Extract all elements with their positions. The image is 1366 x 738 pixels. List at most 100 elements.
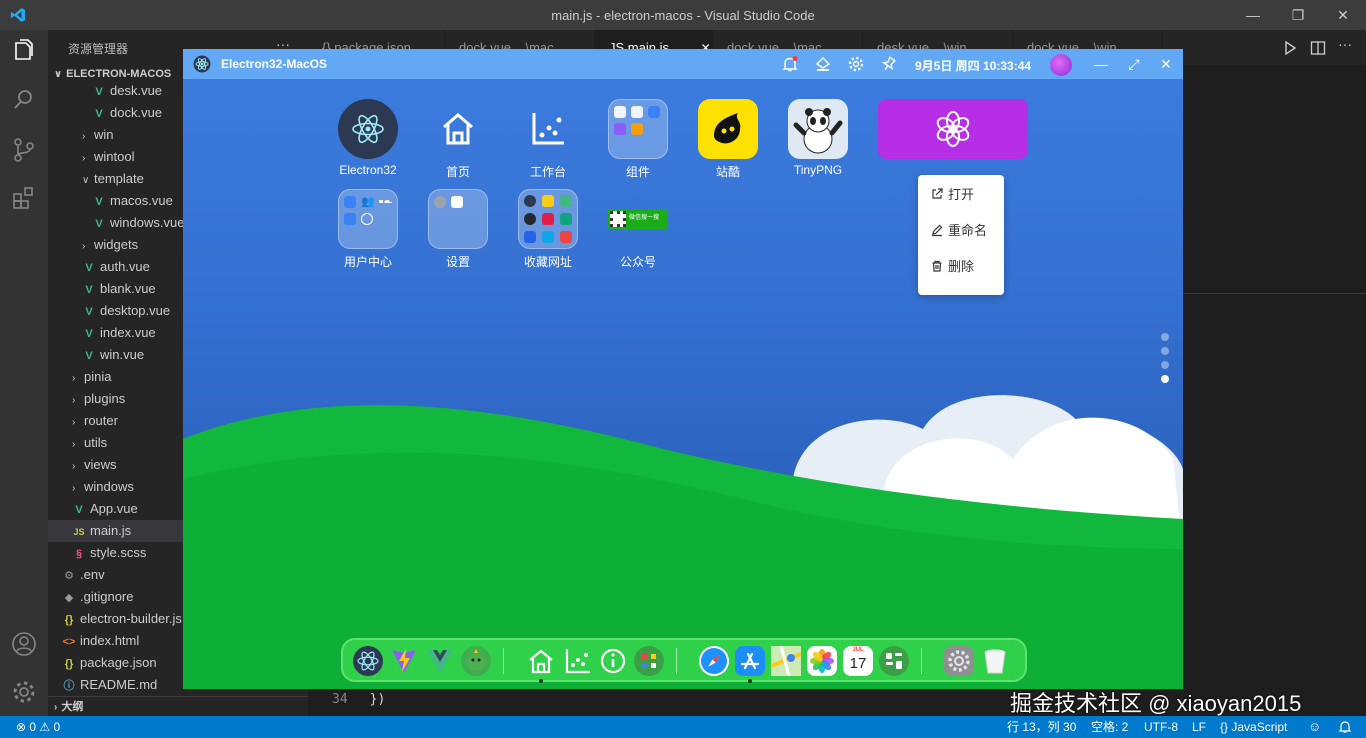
vue-file-icon: V — [95, 196, 103, 208]
vue-file-icon: V — [85, 306, 93, 318]
dock-calendar-icon[interactable]: JUL 17 — [843, 646, 873, 676]
line-ending[interactable]: LF — [1192, 716, 1206, 738]
vue-file-icon: V — [85, 350, 93, 362]
dock-safari-icon[interactable] — [699, 646, 729, 676]
app-components[interactable]: 组件 — [598, 99, 678, 180]
vue-file-icon: V — [85, 328, 93, 340]
page-dot-2[interactable] — [1161, 347, 1169, 355]
chevron-right-icon: › — [72, 417, 76, 428]
manage-gear-icon[interactable] — [10, 678, 38, 706]
close-button[interactable]: ✕ — [1333, 6, 1353, 24]
explorer-header: 资源管理器 — [68, 42, 129, 56]
app-user-center[interactable]: 👥 用户中心 — [328, 189, 408, 270]
split-editor-icon[interactable] — [1310, 40, 1326, 56]
notification-bell-icon[interactable] — [781, 55, 799, 73]
dock-maps-icon[interactable] — [770, 645, 802, 677]
datetime-clock[interactable]: 9月5日 周四 10:33:44 — [915, 57, 1031, 74]
wechat-icon: 微信搜一搜 — [608, 189, 668, 249]
app-minimize-button[interactable]: — — [1092, 54, 1110, 74]
indentation[interactable]: 空格: 2 — [1091, 716, 1128, 738]
dock-electron-icon[interactable] — [353, 646, 383, 676]
edit-icon — [932, 224, 943, 237]
source-control-icon[interactable] — [10, 136, 38, 164]
language-mode[interactable]: {} JavaScript — [1220, 716, 1287, 738]
encoding[interactable]: UTF-8 — [1144, 716, 1178, 738]
electron-titlebar: Electron32-MacOS 9月5日 周四 10:33:44 — ⤢ ✕ — [183, 49, 1183, 79]
menu-item-open[interactable]: 打开 — [930, 185, 974, 205]
page-dot-4[interactable] — [1161, 375, 1169, 383]
chevron-right-icon: › — [82, 241, 86, 252]
code-line: 34}) — [332, 692, 386, 707]
run-icon[interactable] — [1282, 40, 1298, 56]
electron-window-title: Electron32-MacOS — [221, 57, 328, 71]
project-root[interactable]: ∨ ELECTRON-MACOS — [54, 68, 171, 80]
problems-indicator[interactable]: ⊗ 0 ⚠ 0 — [16, 716, 60, 738]
search-icon[interactable] — [10, 86, 38, 114]
chevron-right-icon: › — [72, 461, 76, 472]
gear-file-icon: ⚙ — [64, 570, 74, 582]
theme-skin-icon[interactable] — [814, 55, 832, 73]
settings-gear-icon[interactable] — [847, 55, 865, 73]
app-tinypng[interactable]: TinyPNG — [778, 99, 858, 177]
user-avatar[interactable] — [1050, 54, 1072, 76]
dock-settings-icon[interactable] — [944, 646, 974, 676]
vue-file-icon: V — [75, 504, 83, 516]
app-maximize-button[interactable]: ⤢ — [1125, 54, 1143, 74]
chart-icon — [518, 99, 578, 159]
json-file-icon: {} — [64, 614, 74, 626]
app-electron32[interactable]: Electron32 — [328, 99, 408, 177]
menu-item-rename[interactable]: 重命名 — [930, 221, 987, 241]
app-chatgpt[interactable] — [878, 99, 1028, 159]
dock-vue-icon[interactable] — [425, 646, 455, 676]
home-icon — [428, 99, 488, 159]
electron-logo-icon — [193, 55, 211, 73]
page-dot-3[interactable] — [1161, 361, 1169, 369]
app-close-button[interactable]: ✕ — [1157, 54, 1175, 74]
chevron-right-icon: › — [72, 373, 76, 384]
explorer-icon[interactable] — [10, 38, 38, 66]
dock-photos-icon[interactable] — [807, 646, 837, 676]
chevron-right-icon: › — [72, 395, 76, 406]
feedback-icon[interactable]: ☺ — [1308, 716, 1321, 738]
trash-icon — [932, 260, 942, 272]
chatgpt-icon — [878, 99, 1028, 159]
vue-file-icon: V — [95, 108, 103, 120]
app-settings[interactable]: 设置 — [418, 189, 498, 270]
dock-info-icon[interactable] — [598, 646, 628, 676]
app-zcool[interactable]: 站酷 — [688, 99, 768, 180]
dock-chart-icon[interactable] — [562, 646, 592, 676]
electron-window: Electron32-MacOS 9月5日 周四 10:33:44 — ⤢ ✕ — [183, 49, 1183, 689]
menu-item-delete[interactable]: 删除 — [930, 257, 974, 277]
pin-icon[interactable] — [880, 55, 898, 73]
app-bookmarks[interactable]: 收藏网址 — [508, 189, 588, 270]
restore-button[interactable]: ❐ — [1288, 6, 1308, 24]
minimize-button[interactable]: — — [1243, 6, 1263, 24]
notifications-bell-icon[interactable] — [1338, 720, 1352, 734]
desktop[interactable]: Electron32 首页 工作台 组件 站酷 TinyPNG 👥 用户中心 设… — [183, 79, 1183, 689]
dock-trash-icon[interactable] — [980, 646, 1010, 676]
app-workbench[interactable]: 工作台 — [508, 99, 588, 180]
vue-file-icon: V — [95, 86, 103, 98]
git-file-icon: ◆ — [64, 592, 74, 604]
user-center-icon: 👥 — [338, 189, 398, 249]
app-home[interactable]: 首页 — [418, 99, 498, 180]
dock-pinia-icon[interactable] — [461, 646, 491, 676]
vue-file-icon: V — [85, 262, 93, 274]
extensions-icon[interactable] — [10, 184, 38, 212]
editor-more-icon[interactable]: ··· — [1338, 36, 1352, 52]
dock-vite-icon[interactable] — [389, 646, 419, 676]
dock-appstore-icon[interactable] — [735, 646, 765, 676]
vue-file-icon: V — [95, 218, 103, 230]
chevron-right-icon: › — [72, 439, 76, 450]
page-dot-1[interactable] — [1161, 333, 1169, 341]
outline-section[interactable]: › 大纲 — [48, 696, 308, 716]
dock-home-icon[interactable] — [526, 646, 556, 676]
dock-tools-icon[interactable] — [634, 646, 664, 676]
account-icon[interactable] — [10, 630, 38, 658]
bookmarks-icon — [518, 189, 578, 249]
cursor-position[interactable]: 行 13，列 30 — [1007, 716, 1076, 738]
dock-widgets-icon[interactable] — [879, 646, 909, 676]
screen: main.js - electron-macos - Visual Studio… — [0, 0, 1366, 738]
app-wechat-official[interactable]: 微信搜一搜 公众号 — [598, 189, 678, 270]
window-title: main.js - electron-macos - Visual Studio… — [551, 8, 815, 23]
